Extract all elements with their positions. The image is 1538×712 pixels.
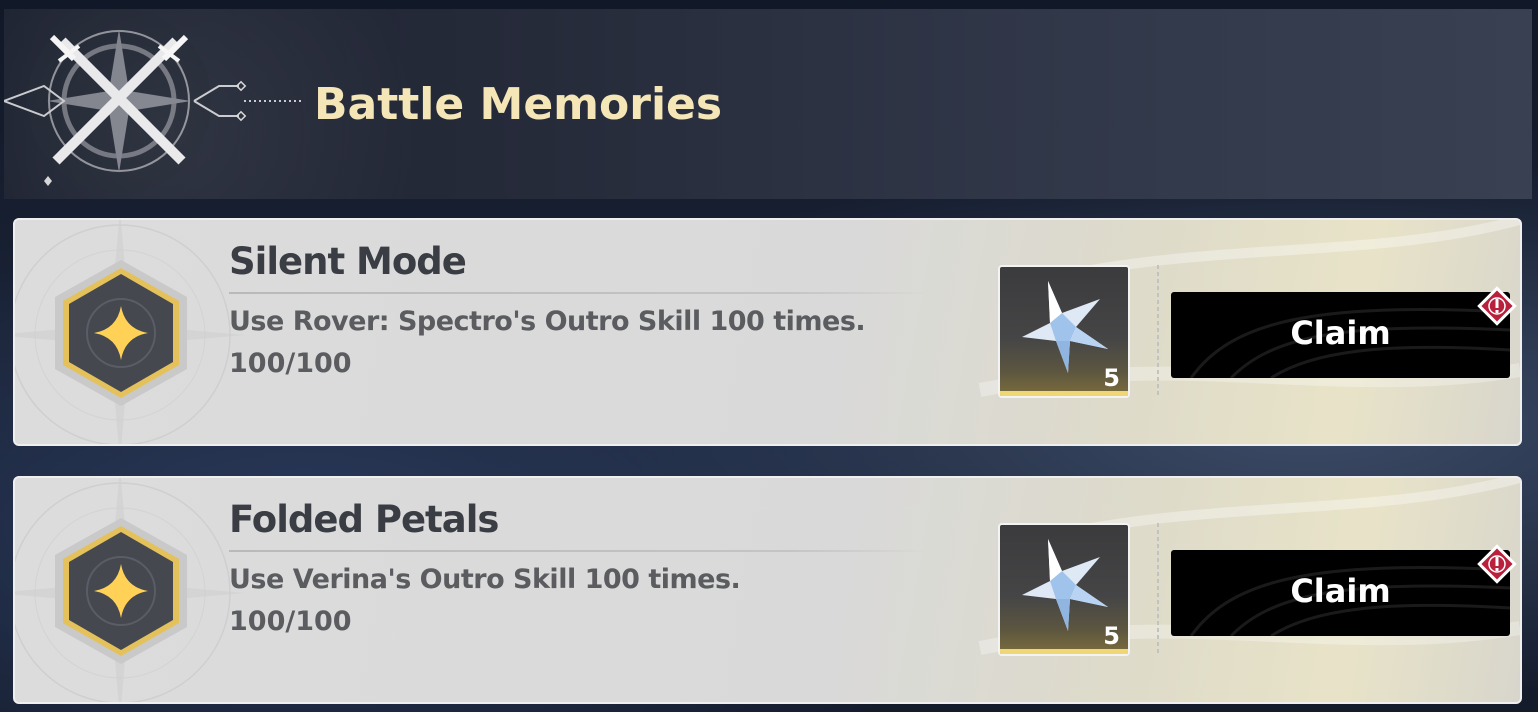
quest-progress: 100/100 [229, 348, 352, 379]
sparkle-star-icon [55, 260, 187, 406]
divider [229, 292, 929, 294]
page-title: Battle Memories [314, 79, 723, 130]
reward-quantity: 5 [1103, 364, 1120, 392]
reward-quantity: 5 [1103, 622, 1120, 650]
exclamation-icon [1477, 544, 1517, 584]
rarity-bar [1000, 391, 1128, 396]
quest-title: Folded Petals [229, 498, 499, 541]
header-banner: Battle Memories [4, 9, 1532, 199]
quest-description: Use Verina's Outro Skill 100 times. [229, 564, 741, 595]
sparkle-star-icon [55, 518, 187, 664]
divider [229, 550, 929, 552]
separator [1157, 523, 1159, 656]
quest-card: Folded Petals Use Verina's Outro Skill 1… [13, 476, 1522, 704]
claim-label: Claim [1290, 314, 1391, 352]
reward-item[interactable]: 5 [998, 265, 1130, 398]
quest-title: Silent Mode [229, 240, 467, 283]
claim-label: Claim [1290, 572, 1391, 610]
crystal-star-icon [1022, 539, 1108, 631]
claim-button[interactable]: Claim [1171, 550, 1510, 636]
crossed-swords-icon [4, 9, 304, 193]
reward-item[interactable]: 5 [998, 523, 1130, 656]
claim-button[interactable]: Claim [1171, 292, 1510, 378]
rarity-bar [1000, 649, 1128, 654]
quest-card: Silent Mode Use Rover: Spectro's Outro S… [13, 218, 1522, 446]
exclamation-icon [1477, 286, 1517, 326]
quest-description: Use Rover: Spectro's Outro Skill 100 tim… [229, 306, 866, 337]
separator [1157, 265, 1159, 398]
crystal-star-icon [1022, 281, 1108, 373]
quest-progress: 100/100 [229, 606, 352, 637]
